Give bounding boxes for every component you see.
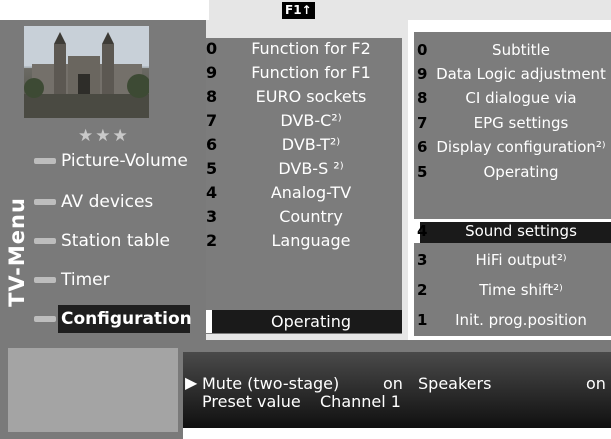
- sidebar-item-label: Timer: [61, 270, 110, 290]
- sidebar-item-picture-volume[interactable]: Picture-Volume: [34, 147, 188, 175]
- menu-item-label: Function for F1: [251, 63, 371, 82]
- menu-item-label: EURO sockets: [255, 87, 367, 106]
- menu-item-number: 7: [206, 111, 218, 130]
- submenu-item-number: 8: [417, 89, 428, 107]
- sidebar-item-configuration[interactable]: Configuration: [34, 305, 192, 333]
- castle-picture-icon: [24, 26, 149, 118]
- menu-item-analog-tv[interactable]: 4 Analog-TV: [206, 182, 402, 203]
- info-preset-value: Channel 1: [320, 392, 401, 411]
- menu-item-label: DVB-T²⁾: [281, 135, 341, 154]
- sidebar-bullet-icon: [34, 277, 56, 283]
- submenu-item-label: Sound settings: [465, 222, 577, 240]
- submenu-item-label: CI dialogue via: [465, 89, 577, 107]
- submenu-item-ci-dialogue[interactable]: 8 CI dialogue via: [417, 88, 611, 109]
- menu-item-dvb-s[interactable]: 5 DVB-S ²⁾: [206, 158, 402, 179]
- pointer-icon: ▶: [185, 373, 198, 392]
- menu-item-label: Operating: [271, 312, 351, 331]
- sidebar-item-label: Picture-Volume: [61, 151, 188, 171]
- menu-item-label: Function for F2: [251, 39, 371, 58]
- info-bar-border: [183, 340, 611, 352]
- submenu-item-number: 4: [417, 222, 428, 240]
- sidebar-item-label: AV devices: [61, 192, 154, 212]
- info-panel-left-box: [8, 348, 178, 432]
- menu-item-dvb-t[interactable]: 6 DVB-T²⁾: [206, 134, 402, 155]
- menu-item-number: 3: [206, 207, 218, 226]
- submenu-item-number: 6: [417, 138, 428, 156]
- submenu-item-number: 3: [417, 251, 428, 269]
- tv-menu-title: TV-Menu: [5, 188, 29, 316]
- menu-item-label: Country: [279, 207, 343, 226]
- submenu-item-display-configuration[interactable]: 6 Display configuration²⁾: [417, 137, 611, 158]
- submenu-item-data-logic[interactable]: 9 Data Logic adjustment: [417, 64, 611, 85]
- submenu-item-number: 9: [417, 65, 428, 83]
- menu-item-number: 0: [206, 39, 218, 58]
- sidebar-item-timer[interactable]: Timer: [34, 266, 110, 294]
- menu-item-label: DVB-S ²⁾: [278, 159, 344, 178]
- info-mute-label: Mute (two-stage): [202, 374, 340, 393]
- submenu-item-label: Init. prog.position: [455, 311, 587, 329]
- submenu-item-number: 0: [417, 41, 428, 59]
- menu-item-function-f1[interactable]: 9 Function for F1: [206, 62, 402, 83]
- menu-item-number: 4: [206, 183, 218, 202]
- submenu-item-sound-settings[interactable]: 4 Sound settings: [417, 221, 611, 242]
- submenu-item-label: Data Logic adjustment: [436, 65, 606, 83]
- submenu-item-operating[interactable]: 5 Operating: [417, 162, 611, 183]
- submenu-item-hifi-output[interactable]: 3 HiFi output²⁾: [417, 250, 611, 271]
- sidebar-item-station-table[interactable]: Station table: [34, 227, 170, 255]
- submenu-item-label: Time shift²⁾: [479, 281, 563, 299]
- submenu-item-number: 7: [417, 114, 428, 132]
- submenu-item-label: EPG settings: [473, 114, 569, 132]
- submenu-item-number: 1: [417, 311, 428, 329]
- info-preset-label: Preset value: [202, 392, 301, 411]
- submenu-item-label: Display configuration²⁾: [436, 138, 606, 156]
- info-speakers-value: on: [586, 374, 606, 393]
- menu-item-euro-sockets[interactable]: 8 EURO sockets: [206, 86, 402, 107]
- menu-item-number: 8: [206, 87, 218, 106]
- info-mute-value: on: [383, 374, 403, 393]
- sidebar-bullet-icon: [34, 238, 56, 244]
- tv-menu-title-text: TV-Menu: [5, 197, 29, 307]
- submenu-item-subtitle[interactable]: 0 Subtitle: [417, 40, 611, 61]
- info-speakers-label: Speakers: [418, 374, 492, 393]
- submenu-item-init-prog-position[interactable]: 1 Init. prog.position: [417, 310, 611, 331]
- submenu-item-label: Subtitle: [492, 41, 550, 59]
- menu-item-number: 5: [206, 159, 218, 178]
- menu-item-language[interactable]: 2 Language: [206, 230, 402, 251]
- menu-item-operating[interactable]: Operating: [206, 311, 402, 332]
- sidebar-item-av-devices[interactable]: AV devices: [34, 188, 153, 216]
- sidebar-bullet-icon: [34, 199, 56, 205]
- sidebar-item-label: Configuration: [61, 309, 192, 329]
- submenu-item-epg-settings[interactable]: 7 EPG settings: [417, 113, 611, 134]
- submenu-item-time-shift[interactable]: 2 Time shift²⁾: [417, 280, 611, 301]
- menu-item-number: 2: [206, 231, 218, 250]
- sidebar-item-label: Station table: [61, 231, 170, 251]
- menu-item-number: 9: [206, 63, 218, 82]
- sidebar-bullet-icon: [34, 158, 56, 164]
- sidebar-bullet-icon: [34, 316, 56, 322]
- submenu-item-label: Operating: [483, 163, 559, 181]
- f1-key-label: F1↑: [282, 2, 315, 19]
- submenu-item-number: 2: [417, 281, 428, 299]
- menu-item-label: Language: [271, 231, 351, 250]
- menu-item-number: 6: [206, 135, 218, 154]
- submenu-item-number: 5: [417, 163, 428, 181]
- menu-item-dvb-c[interactable]: 7 DVB-C²⁾: [206, 110, 402, 131]
- menu-item-country[interactable]: 3 Country: [206, 206, 402, 227]
- submenu-item-label: HiFi output²⁾: [475, 251, 567, 269]
- tv-picture-preview: [24, 26, 149, 118]
- menu-item-label: DVB-C²⁾: [280, 111, 342, 130]
- rating-stars: ★★★: [78, 126, 130, 146]
- top-tab-strip: [209, 0, 611, 20]
- menu-item-function-f2[interactable]: 0 Function for F2: [206, 38, 402, 59]
- menu-item-label: Analog-TV: [270, 183, 352, 202]
